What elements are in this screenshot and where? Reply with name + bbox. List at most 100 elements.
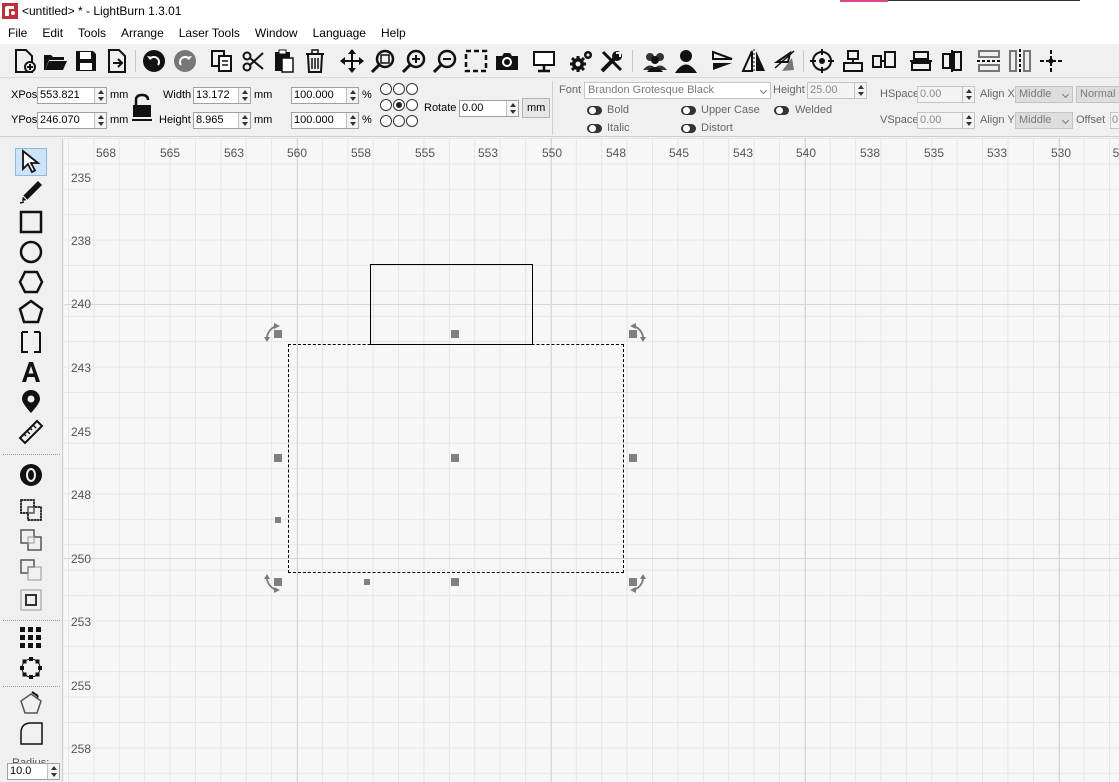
zoom-in-button[interactable] [400, 47, 428, 75]
skew-handle-bottom[interactable] [364, 579, 370, 585]
zoom-out-button[interactable] [431, 47, 459, 75]
group-button[interactable] [641, 47, 669, 75]
text-tool[interactable] [15, 358, 47, 386]
menu-laser-tools[interactable]: Laser Tools [171, 23, 247, 44]
align-bottom-button[interactable] [907, 47, 935, 75]
menu-arrange[interactable]: Arrange [113, 23, 171, 44]
resize-handle-top-center[interactable] [451, 330, 459, 338]
grid-array-tool[interactable] [15, 624, 47, 652]
frame-selection-button[interactable] [462, 47, 490, 75]
distribute-vertical-button[interactable] [1006, 47, 1034, 75]
rotate-spin-arrows[interactable] [506, 101, 518, 116]
boolean-intersect-tool[interactable] [15, 586, 47, 614]
paste-button[interactable] [270, 47, 298, 75]
xpos-spin-arrows[interactable] [94, 88, 106, 103]
width-scale-field[interactable]: 100.000 [291, 87, 359, 104]
ypos-field[interactable]: 246.070 [37, 112, 107, 129]
circular-array-tool[interactable] [15, 654, 47, 682]
anchor-top-left[interactable] [380, 83, 392, 95]
cut-button[interactable] [239, 47, 267, 75]
welded-toggle[interactable] [774, 106, 789, 115]
text-mode-select[interactable]: Normal [1076, 86, 1119, 103]
anchor-middle-left[interactable] [380, 99, 392, 111]
resize-handle-middle-right[interactable] [629, 454, 637, 462]
boolean-subtract-tool[interactable] [15, 556, 47, 584]
menu-language[interactable]: Language [305, 23, 373, 44]
mirror-vertical-button[interactable] [740, 47, 768, 75]
uppercase-toggle[interactable] [681, 106, 696, 115]
machine-settings-button[interactable] [598, 47, 626, 75]
rotate-handle-top-left-icon[interactable] [261, 321, 283, 343]
vspace-field[interactable]: 0.00 [917, 112, 975, 129]
rectangle-tool[interactable] [15, 208, 47, 236]
menu-window[interactable]: Window [247, 23, 305, 44]
width-spin-arrows[interactable] [238, 88, 250, 103]
height-scale-field[interactable]: 100.000 [291, 112, 359, 129]
lock-icon[interactable] [130, 93, 154, 123]
measure-tool[interactable] [15, 418, 47, 446]
save-button[interactable] [72, 47, 100, 75]
delete-button[interactable] [301, 47, 329, 75]
corner-radius-tool[interactable] [15, 719, 47, 747]
bold-toggle[interactable] [587, 106, 602, 115]
weld-tool[interactable] [15, 496, 47, 524]
node-edit-tool[interactable] [15, 689, 47, 717]
boolean-union-tool[interactable] [15, 526, 47, 554]
open-file-button[interactable] [41, 47, 69, 75]
rotate-handle-bottom-right-icon[interactable] [627, 573, 649, 595]
mirror-across-line-button[interactable] [771, 47, 799, 75]
ellipse-tool[interactable] [15, 238, 47, 266]
edit-nodes-tool[interactable] [15, 298, 47, 326]
offset-shapes-tool[interactable] [15, 461, 47, 489]
radius-field[interactable]: 10.0 [7, 763, 60, 780]
new-file-button[interactable] [10, 47, 38, 75]
polygon-tool[interactable] [15, 268, 47, 296]
select-tool[interactable] [15, 148, 47, 176]
height-field[interactable]: 8.965 [193, 112, 251, 129]
distribute-horizontal-button[interactable] [975, 47, 1003, 75]
text-height-field[interactable]: 25.00 [807, 82, 867, 99]
redo-button[interactable] [171, 47, 199, 75]
rotate-handle-bottom-left-icon[interactable] [261, 573, 283, 595]
menu-file[interactable]: File [0, 23, 34, 44]
align-center-button[interactable] [938, 47, 966, 75]
width-field[interactable]: 13.172 [193, 87, 251, 104]
draw-lines-tool[interactable] [15, 178, 47, 206]
rotate-handle-top-right-icon[interactable] [627, 321, 649, 343]
center-handle[interactable] [451, 454, 459, 462]
italic-toggle[interactable] [587, 124, 602, 133]
units-toggle-button[interactable]: mm [522, 98, 551, 118]
mirror-horizontal-button[interactable] [709, 47, 737, 75]
zoom-to-page-button[interactable] [369, 47, 397, 75]
target-button[interactable] [808, 47, 836, 75]
ypos-spin-arrows[interactable] [94, 113, 106, 128]
aligny-select[interactable]: Middle [1015, 112, 1073, 129]
rotate-field[interactable]: 0.00 [459, 100, 519, 117]
anchor-bottom-center[interactable] [393, 115, 405, 127]
menu-tools[interactable]: Tools [70, 23, 113, 44]
anchor-top-right[interactable] [406, 83, 418, 95]
align-top-button[interactable] [839, 47, 867, 75]
radius-spin-arrows[interactable] [47, 764, 59, 779]
workspace-canvas[interactable] [64, 138, 1119, 782]
center-crosshair-button[interactable] [1037, 47, 1065, 75]
ungroup-button[interactable] [672, 47, 700, 75]
xpos-field[interactable]: 553.821 [37, 87, 107, 104]
width-scale-spin-arrows[interactable] [346, 88, 358, 103]
text-height-spin-arrows[interactable] [854, 83, 866, 98]
move-button[interactable] [338, 47, 366, 75]
menu-help[interactable]: Help [373, 23, 413, 44]
skew-handle-left[interactable] [275, 517, 281, 523]
copy-button[interactable] [208, 47, 236, 75]
hspace-spin-arrows[interactable] [962, 87, 974, 102]
anchor-center[interactable] [393, 99, 405, 111]
position-laser-tool[interactable] [15, 388, 47, 416]
undo-button[interactable] [140, 47, 168, 75]
height-scale-spin-arrows[interactable] [346, 113, 358, 128]
camera-button[interactable] [493, 47, 521, 75]
anchor-middle-right[interactable] [406, 99, 418, 111]
anchor-bottom-right[interactable] [406, 115, 418, 127]
import-button[interactable] [103, 47, 131, 75]
resize-handle-middle-left[interactable] [274, 454, 282, 462]
distort-toggle[interactable] [681, 124, 696, 133]
